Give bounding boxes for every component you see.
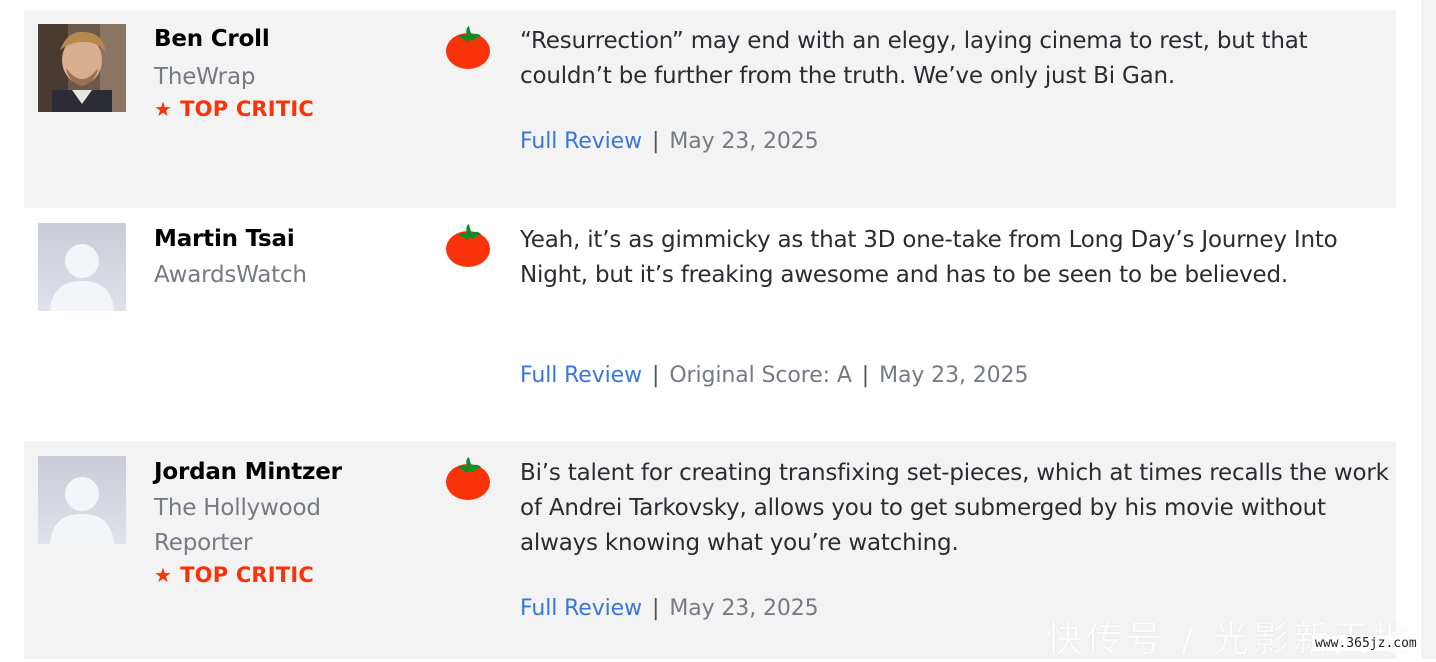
star-icon: ★	[154, 97, 173, 121]
critic-name[interactable]: Martin Tsai	[154, 226, 295, 252]
critic-avatar[interactable]	[38, 24, 126, 112]
top-critic-label: TOP CRITIC	[180, 97, 314, 121]
critic-name[interactable]: Jordan Mintzer	[154, 459, 342, 485]
top-critic-badge: ★ TOP CRITIC	[154, 97, 314, 121]
review-card: Martin Tsai AwardsWatch Yeah, it’s as gi…	[24, 208, 1396, 441]
review-quote: Yeah, it’s as gimmicky as that 3D one-ta…	[520, 227, 1338, 288]
fresh-tomato-icon	[446, 26, 490, 69]
review-date: May 23, 2025	[669, 129, 819, 154]
critic-avatar[interactable]	[38, 223, 126, 311]
fresh-tomato-icon	[446, 224, 490, 267]
review-quote: Bi’s talent for creating transfixing set…	[520, 460, 1389, 556]
star-icon: ★	[154, 563, 173, 587]
critic-name[interactable]: Ben Croll	[154, 26, 270, 52]
publication-name[interactable]: TheWrap	[154, 60, 354, 95]
watermark-url: www.365jz.com	[1312, 636, 1420, 651]
review-meta: Full Review | Original Score: A | May 23, 20…	[520, 363, 1028, 388]
review-meta: Full Review | May 23, 2025	[520, 129, 819, 154]
review-quote: “Resurrection” may end with an elegy, la…	[520, 28, 1308, 89]
fresh-tomato-icon	[446, 457, 490, 500]
top-critic-badge: ★ TOP CRITIC	[154, 563, 314, 587]
separator: |	[652, 363, 660, 388]
review-meta: Full Review | May 23, 2025	[520, 596, 819, 621]
scrollbar-track[interactable]	[1421, 0, 1436, 659]
full-review-link[interactable]: Full Review	[520, 596, 642, 621]
top-critic-label: TOP CRITIC	[180, 563, 314, 587]
full-review-link[interactable]: Full Review	[520, 363, 642, 388]
publication-name[interactable]: AwardsWatch	[154, 258, 354, 293]
publication-name[interactable]: The Hollywood Reporter	[154, 491, 354, 561]
review-date: May 23, 2025	[879, 363, 1029, 388]
review-card: Ben Croll TheWrap ★ TOP CRITIC “Resurrect…	[24, 10, 1396, 208]
separator: |	[861, 363, 870, 388]
review-date: May 23, 2025	[669, 596, 819, 621]
separator: |	[652, 596, 660, 621]
separator: |	[652, 129, 660, 154]
original-score: Original Score: A	[669, 363, 852, 388]
critic-avatar[interactable]	[38, 456, 126, 544]
full-review-link[interactable]: Full Review	[520, 129, 642, 154]
